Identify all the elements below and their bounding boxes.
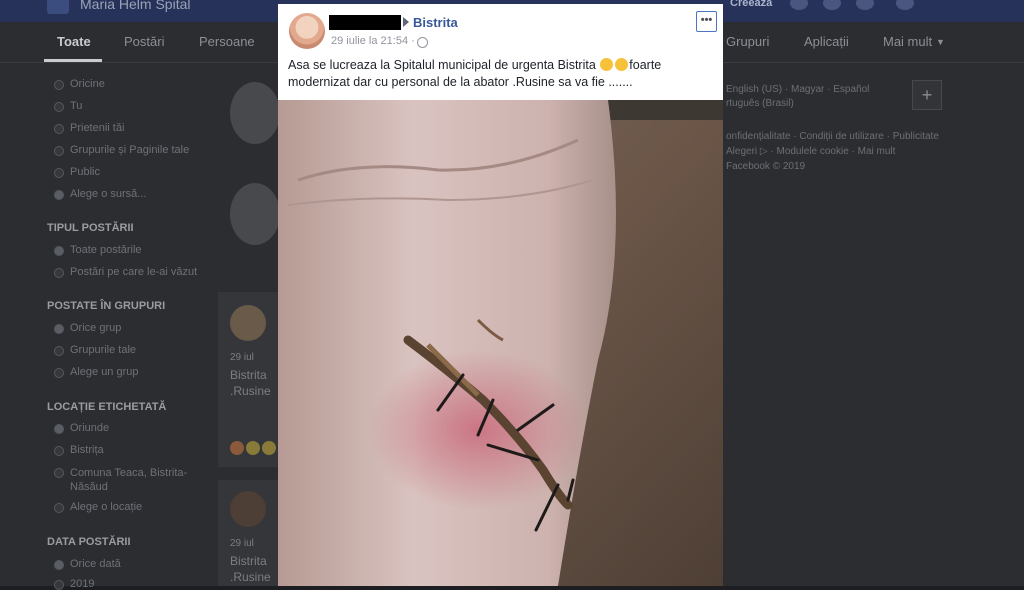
post-text: Bistrita <box>230 554 267 568</box>
filter-radio[interactable] <box>54 102 64 112</box>
reaction-wow-icon[interactable] <box>262 441 276 455</box>
crying-emoji-icon <box>615 58 629 71</box>
filter-radio[interactable] <box>54 468 64 478</box>
wound-photo <box>278 100 723 586</box>
filter-option[interactable]: Orice dată <box>70 558 121 570</box>
post-header: Bistrita 29 iulie la 21:54 · ••• Asa se … <box>278 4 723 100</box>
tab-more[interactable]: Mai mult <box>883 34 932 49</box>
language-links[interactable]: English (US) · Magyar · Español <box>726 84 869 95</box>
post-modal: Bistrita 29 iulie la 21:54 · ••• Asa se … <box>278 4 723 586</box>
avatar[interactable] <box>230 305 266 341</box>
post-date[interactable]: 29 iul <box>230 538 254 549</box>
filter-section-title: DATA POSTĂRII <box>47 536 131 548</box>
avatar[interactable] <box>289 13 325 49</box>
tab-all[interactable]: Toate <box>57 34 91 49</box>
post-date[interactable]: 29 iul <box>230 352 254 363</box>
filter-radio[interactable] <box>54 246 64 256</box>
filter-option[interactable]: Grupurile și Paginile tale <box>70 144 189 156</box>
filter-option[interactable]: Public <box>70 166 100 178</box>
footer-links[interactable]: onfidențialitate · Condiții de utilizare… <box>726 131 939 142</box>
filter-option[interactable]: Oricine <box>70 78 105 90</box>
arrow-right-icon <box>403 17 409 27</box>
add-language-button[interactable]: + <box>912 80 942 110</box>
filter-radio[interactable] <box>54 124 64 134</box>
filter-radio[interactable] <box>54 80 64 90</box>
globe-icon <box>417 37 428 48</box>
filter-option[interactable]: Postări pe care le-ai văzut <box>70 266 197 278</box>
filter-option[interactable]: Orice grup <box>70 322 121 334</box>
tab-posts[interactable]: Postări <box>124 34 164 49</box>
filter-option[interactable]: Alege o sursă... <box>70 188 146 200</box>
post-text: .Rusine <box>230 384 271 398</box>
messenger-icon[interactable] <box>823 0 841 10</box>
filter-option[interactable]: Tu <box>70 100 82 112</box>
filter-option[interactable]: Comuna Teaca, Bistrita-Năsăud <box>70 466 210 494</box>
create-button[interactable]: Creează <box>730 0 772 9</box>
tab-groups[interactable]: Grupuri <box>726 34 769 49</box>
search-input[interactable]: Maria Helm Spital <box>80 0 190 12</box>
avatar[interactable] <box>230 491 266 527</box>
post-text: Asa se lucreaza la Spitalul municipal de… <box>288 57 718 91</box>
reaction-angry-icon[interactable] <box>230 441 244 455</box>
filter-radio[interactable] <box>54 368 64 378</box>
more-options-button[interactable]: ••• <box>696 11 717 32</box>
page-name-link[interactable]: Bistrita <box>413 15 458 30</box>
filter-option[interactable]: Alege o locație <box>70 501 142 513</box>
language-links[interactable]: rtuguês (Brasil) <box>726 98 794 109</box>
filter-option[interactable]: Oriunde <box>70 422 109 434</box>
reaction-sad-icon[interactable] <box>246 441 260 455</box>
filter-option[interactable]: Bistrița <box>70 444 104 456</box>
filter-radio[interactable] <box>54 168 64 178</box>
redacted-name <box>329 15 401 30</box>
filter-option[interactable]: Toate postările <box>70 244 142 256</box>
filter-radio[interactable] <box>54 346 64 356</box>
chevron-down-icon: ▼ <box>936 37 945 47</box>
avatar[interactable] <box>230 183 280 245</box>
post-text: .Rusine <box>230 570 271 584</box>
filter-radio[interactable] <box>54 268 64 278</box>
post-photo[interactable] <box>278 100 723 586</box>
filter-radio[interactable] <box>54 560 64 570</box>
filter-radio[interactable] <box>54 146 64 156</box>
tab-people[interactable]: Persoane <box>199 34 255 49</box>
notifications-icon[interactable] <box>856 0 874 10</box>
filter-radio[interactable] <box>54 424 64 434</box>
filter-section-title: POSTATE ÎN GRUPURI <box>47 300 166 312</box>
post-timestamp[interactable]: 29 iulie la 21:54 · <box>331 35 415 47</box>
filter-radio[interactable] <box>54 446 64 456</box>
filter-option[interactable]: Prietenii tăi <box>70 122 124 134</box>
post-text-part: Asa se lucreaza la Spitalul municipal de… <box>288 58 596 72</box>
filter-section-title: TIPUL POSTĂRII <box>47 222 134 234</box>
filter-option[interactable]: 2019 <box>70 578 94 590</box>
active-tab-indicator <box>44 59 102 62</box>
avatar[interactable] <box>230 82 280 144</box>
friends-icon[interactable] <box>790 0 808 10</box>
filter-option[interactable]: Alege un grup <box>70 366 139 378</box>
footer-links[interactable]: Alegeri ▷ · Modulele cookie · Mai mult <box>726 146 895 157</box>
filter-radio[interactable] <box>54 190 64 200</box>
filter-radio[interactable] <box>54 324 64 334</box>
filter-radio[interactable] <box>54 503 64 513</box>
facebook-logo-icon[interactable] <box>47 0 69 14</box>
help-icon[interactable] <box>896 0 914 10</box>
filter-radio[interactable] <box>54 580 64 590</box>
tab-apps[interactable]: Aplicații <box>804 34 849 49</box>
copyright: Facebook © 2019 <box>726 161 806 172</box>
filter-section-title: LOCAȚIE ETICHETATĂ <box>47 401 167 413</box>
post-text: Bistrita <box>230 368 267 382</box>
filter-option[interactable]: Grupurile tale <box>70 344 136 356</box>
crying-emoji-icon <box>600 58 614 71</box>
